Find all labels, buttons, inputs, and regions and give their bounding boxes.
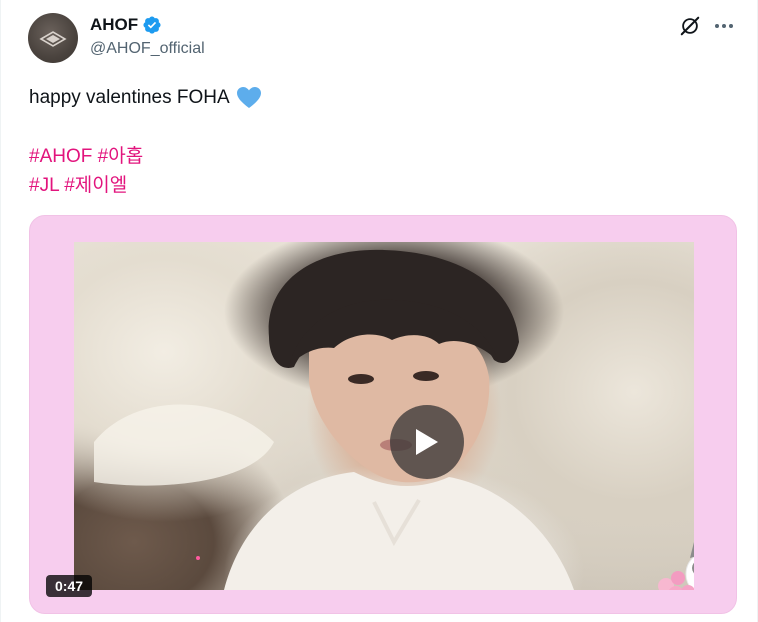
- hashtag-link[interactable]: #아홉: [98, 146, 144, 167]
- blue-heart-icon: [236, 86, 262, 110]
- display-name[interactable]: AHOF: [90, 15, 138, 35]
- display-name-row: AHOF: [90, 14, 205, 36]
- tweet: AHOF @AHOF_official happy valentines FOH…: [0, 0, 758, 622]
- more-horizontal-icon[interactable]: [712, 17, 736, 35]
- video-thumbnail-art: [94, 249, 574, 590]
- hashtag-link[interactable]: #제이엘: [64, 175, 127, 196]
- grok-icon[interactable]: [679, 15, 701, 37]
- cat-with-flowers-sticker: [658, 542, 694, 590]
- hashtag-line-2: #JL #제이엘: [29, 171, 143, 200]
- avatar[interactable]: [28, 13, 78, 63]
- play-icon: [416, 429, 438, 455]
- author-info: AHOF @AHOF_official: [90, 14, 205, 58]
- video-thumbnail[interactable]: [74, 242, 694, 590]
- hashtag-line-1: #AHOF #아홉: [29, 142, 143, 171]
- handle[interactable]: @AHOF_official: [90, 40, 205, 58]
- verified-badge-icon[interactable]: [142, 15, 162, 35]
- ahof-logo-icon: [39, 31, 67, 47]
- tweet-text-line: happy valentines FOHA: [29, 84, 262, 112]
- video-duration: 0:47: [46, 575, 93, 597]
- hashtag-link[interactable]: #AHOF: [29, 146, 92, 167]
- play-button[interactable]: [390, 405, 464, 479]
- tweet-text: happy valentines FOHA: [29, 84, 262, 112]
- hashtags: #AHOF #아홉 #JL #제이엘: [29, 142, 143, 200]
- hashtag-link[interactable]: #JL: [29, 175, 59, 196]
- tweet-body: happy valentines FOHA: [29, 87, 230, 108]
- video-card[interactable]: 0:47: [29, 215, 737, 614]
